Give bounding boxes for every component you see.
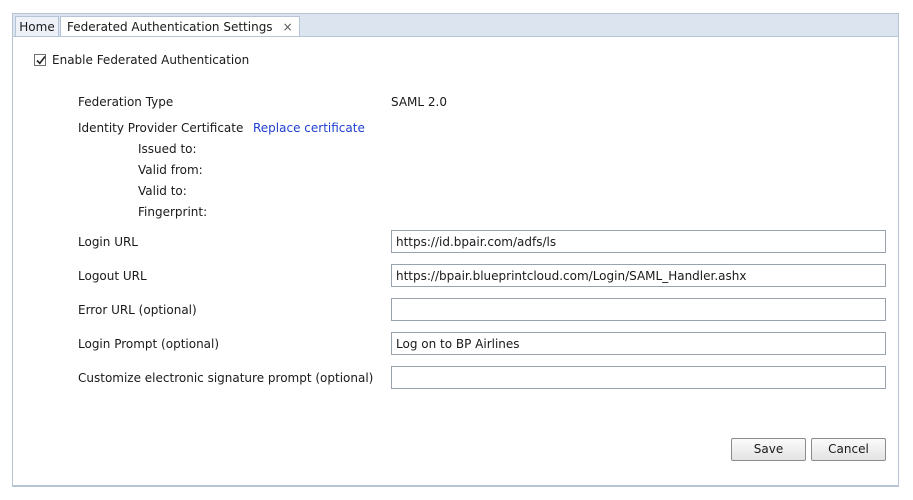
login-prompt-label: Login Prompt (optional) [78,337,220,351]
login-url-input[interactable] [391,230,886,253]
login-prompt-input[interactable] [391,332,886,355]
valid-to-label: Valid to: [138,184,187,198]
panel-bottom-border [12,485,899,487]
error-url-input[interactable] [391,298,886,321]
federation-type-value: SAML 2.0 [391,95,447,109]
enable-federated-auth-label: Enable Federated Authentication [52,53,250,67]
login-url-label: Login URL [78,235,138,249]
tab-home[interactable]: Home [15,16,59,38]
enable-federated-auth-checkbox[interactable] [34,54,46,66]
identity-provider-certificate-label: Identity Provider Certificate [78,121,244,135]
error-url-label: Error URL (optional) [78,303,197,317]
checkmark-icon [36,56,46,65]
save-button[interactable]: Save [731,438,806,461]
replace-certificate-link[interactable]: Replace certificate [253,121,365,135]
tab-bar: Home Federated Authentication Settings × [12,13,899,39]
federation-type-label: Federation Type [78,95,174,109]
tab-label: Federated Authentication Settings [67,20,273,34]
cancel-button[interactable]: Cancel [811,438,886,461]
valid-from-label: Valid from: [138,163,203,177]
esignature-prompt-label: Customize electronic signature prompt (o… [78,371,374,385]
logout-url-input[interactable] [391,264,886,287]
logout-url-label: Logout URL [78,269,147,283]
close-icon[interactable]: × [283,20,293,34]
issued-to-label: Issued to: [138,142,197,156]
fingerprint-label: Fingerprint: [138,205,208,219]
esignature-prompt-input[interactable] [391,366,886,389]
enable-federated-auth-row[interactable]: Enable Federated Authentication [34,53,249,67]
